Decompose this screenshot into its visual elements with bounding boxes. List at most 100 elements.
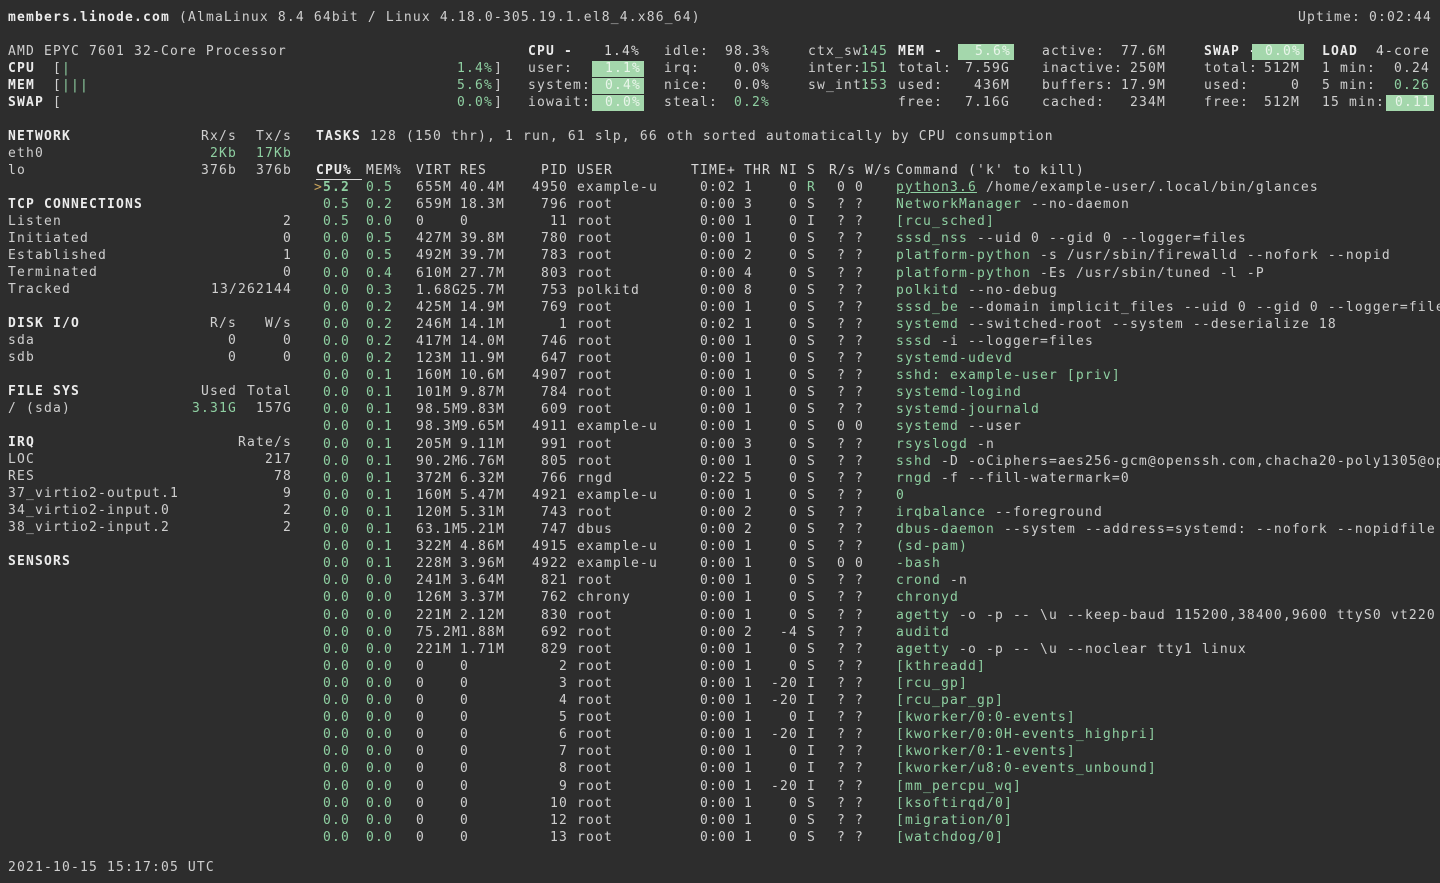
proc-command-name: sshd (896, 454, 932, 470)
proc-command-name: [migration/0] (896, 813, 1013, 829)
proc-rs: ? (837, 488, 846, 504)
proc-ws: ? (855, 300, 864, 316)
proc-res: 5.31M (460, 505, 505, 521)
proc-state: S (807, 351, 816, 367)
proc-thr: 1 (744, 180, 753, 196)
proc-thr: 1 (744, 761, 753, 777)
proc-virt: 0 (416, 214, 425, 230)
proc-command-name: irqbalance (896, 505, 986, 521)
proc-rs: ? (837, 761, 846, 777)
proc-state: S (807, 402, 816, 418)
proc-cpu: 0.0 (323, 522, 350, 538)
proc-cpu: 0.0 (323, 625, 350, 641)
proc-mem: 0.0 (366, 830, 393, 846)
proc-cpu: 0.0 (323, 402, 350, 418)
proc-command-args: --no-debug (968, 283, 1058, 299)
proc-ni: 0 (789, 402, 798, 418)
col-header-virt: VIRT (416, 163, 452, 179)
proc-virt: 659M (416, 197, 452, 213)
proc-virt: 120M (416, 505, 452, 521)
proc-pid: 783 (541, 248, 568, 264)
proc-ni: 0 (789, 283, 798, 299)
proc-cpu: 0.0 (323, 693, 350, 709)
proc-pid: 796 (541, 197, 568, 213)
proc-command-args: --uid 0 --gid 0 --logger=files (977, 231, 1247, 247)
proc-res: 0 (460, 761, 469, 777)
proc-time: 0:00 (700, 334, 736, 350)
proc-pid: 762 (541, 590, 568, 606)
proc-time: 0:00 (700, 556, 736, 572)
proc-state: S (807, 231, 816, 247)
proc-ni: 0 (789, 471, 798, 487)
proc-virt: 246M (416, 317, 452, 333)
proc-ni: 0 (789, 231, 798, 247)
proc-virt: 0 (416, 761, 425, 777)
proc-res: 1.71M (460, 642, 505, 658)
proc-thr: 1 (744, 385, 753, 401)
proc-rs: ? (837, 197, 846, 213)
proc-rs: ? (837, 796, 846, 812)
proc-pid: 3 (559, 676, 568, 692)
proc-virt: 221M (416, 608, 452, 624)
proc-ws: ? (855, 488, 864, 504)
proc-pid: 4921 (532, 488, 568, 504)
proc-pid: 9 (559, 779, 568, 795)
proc-ws: ? (855, 796, 864, 812)
proc-user: root (577, 625, 613, 641)
proc-command-args: -Es /usr/sbin/tuned -l -P (1040, 266, 1265, 282)
proc-mem: 0.0 (366, 779, 393, 795)
proc-command-name: chronyd (896, 590, 959, 606)
proc-user: root (577, 266, 613, 282)
proc-thr: 1 (744, 590, 753, 606)
proc-ws: ? (855, 761, 864, 777)
proc-cpu: 0.0 (323, 283, 350, 299)
proc-user: root (577, 351, 613, 367)
proc-time: 0:00 (700, 779, 736, 795)
proc-thr: 1 (744, 317, 753, 333)
proc-pid: 8 (559, 761, 568, 777)
proc-ws: ? (855, 334, 864, 350)
proc-state: S (807, 813, 816, 829)
proc-virt: 322M (416, 539, 452, 555)
proc-virt: 0 (416, 693, 425, 709)
proc-ni: 0 (789, 642, 798, 658)
proc-virt: 221M (416, 642, 452, 658)
proc-command-name: platform-python (896, 248, 1031, 264)
proc-state: S (807, 266, 816, 282)
proc-cpu: 0.0 (323, 300, 350, 316)
col-header-cpu: CPU% (316, 163, 362, 180)
proc-mem: 0.5 (366, 231, 393, 247)
proc-state: R (807, 180, 816, 196)
col-header-rs: R/s (829, 163, 856, 179)
proc-command-name: dbus-daemon (896, 522, 995, 538)
proc-pid: 746 (541, 334, 568, 350)
proc-rs: ? (837, 522, 846, 538)
proc-cpu: 0.0 (323, 573, 350, 589)
proc-ws: ? (855, 710, 864, 726)
proc-command-args: /home/example-user/.local/bin/glances (986, 180, 1319, 196)
proc-thr: 8 (744, 283, 753, 299)
proc-cpu: 0.0 (323, 710, 350, 726)
proc-res: 39.7M (460, 248, 505, 264)
proc-res: 6.76M (460, 454, 505, 470)
proc-time: 0:00 (700, 214, 736, 230)
proc-time: 0:00 (700, 402, 736, 418)
proc-thr: 1 (744, 676, 753, 692)
proc-time: 0:00 (700, 488, 736, 504)
proc-cpu: 0.0 (323, 505, 350, 521)
proc-user: root (577, 334, 613, 350)
proc-rs: ? (837, 248, 846, 264)
proc-ni: 0 (789, 813, 798, 829)
proc-user: root (577, 214, 613, 230)
proc-thr: 1 (744, 830, 753, 846)
proc-ws: ? (855, 522, 864, 538)
proc-user: root (577, 642, 613, 658)
proc-res: 1.88M (460, 625, 505, 641)
proc-ni: 0 (789, 710, 798, 726)
proc-time: 0:00 (700, 351, 736, 367)
proc-ws: ? (855, 437, 864, 453)
proc-state: S (807, 385, 816, 401)
terminal-screen[interactable]: members.linode.com(AlmaLinux 8.4 64bit /… (0, 0, 1440, 883)
proc-virt: 75.2M (416, 625, 461, 641)
proc-command-name: sshd: example-user [priv] (896, 368, 1121, 384)
